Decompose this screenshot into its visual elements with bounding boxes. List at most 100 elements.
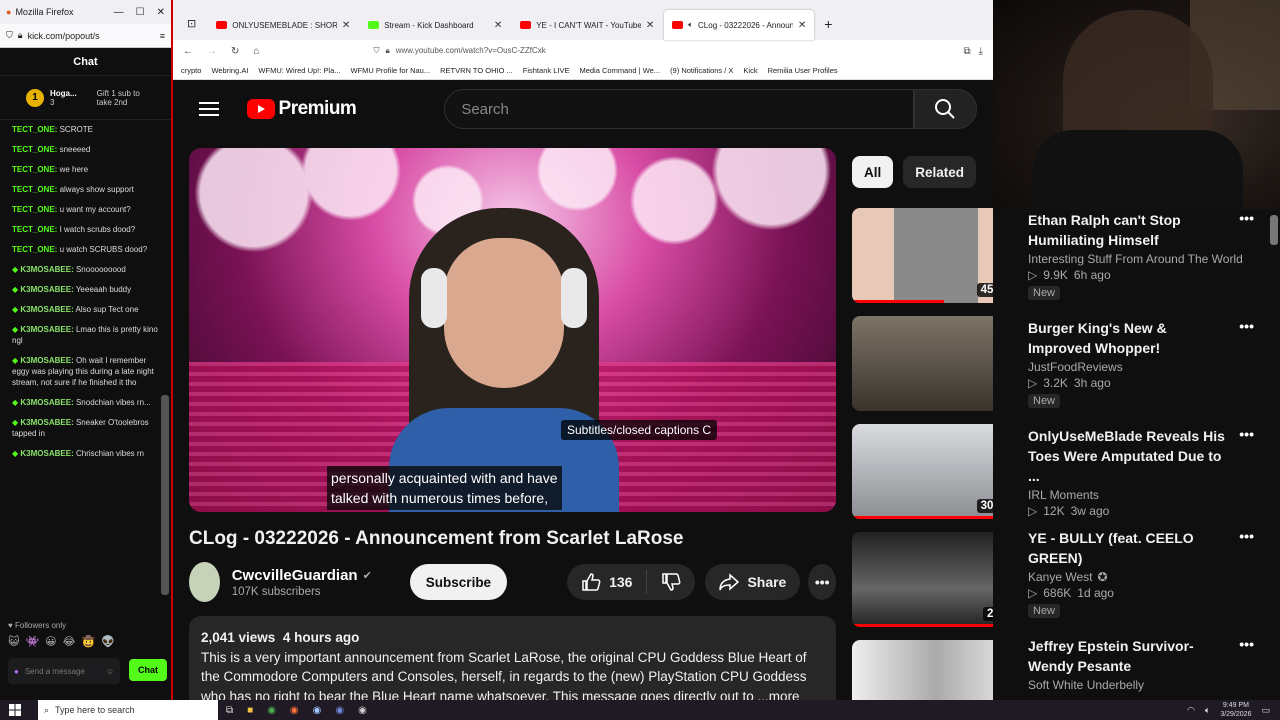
forward-icon[interactable]: → — [207, 46, 217, 57]
chat-username[interactable]: K3MOSABEE: — [20, 285, 73, 294]
home-icon[interactable]: ⌂ — [253, 46, 259, 57]
recommendation-thumbnail[interactable] — [852, 640, 993, 700]
chat-username[interactable]: TECT_ONE: — [12, 225, 57, 234]
bookmark-item[interactable]: Fishtank LIVE — [523, 66, 570, 75]
chip-related[interactable]: Related — [903, 156, 977, 188]
chat-username[interactable]: K3MOSABEE: — [20, 265, 73, 274]
emote-icon[interactable]: 👾 — [25, 635, 39, 648]
recommendation-title[interactable]: OnlyUseMeBlade Reveals His Toes Were Amp… — [1028, 426, 1228, 486]
tab-clog-active[interactable]: 🔈︎ CLog - 03222026 - Announ... ✕ — [664, 10, 815, 40]
bookmark-item[interactable]: Media Command | We... — [579, 66, 660, 75]
tab-kick-dashboard[interactable]: Stream - Kick Dashboard ✕ — [360, 10, 510, 40]
channel-name-row[interactable]: CwcvilleGuardian ✔ — [232, 567, 372, 584]
like-button[interactable]: 136 — [567, 570, 648, 594]
more-vert-icon[interactable]: ••• — [1239, 318, 1254, 334]
emote-icon[interactable]: 😂 — [63, 635, 76, 648]
recommendation-item[interactable]: Burger King's New & Improved Whopper! Ju… — [1028, 318, 1268, 409]
close-tab-icon[interactable]: ✕ — [646, 20, 654, 31]
close-tab-icon[interactable]: ✕ — [342, 20, 350, 31]
recommendation-channel[interactable]: Interesting Stuff From Around The World — [1028, 252, 1268, 266]
recommendation-title[interactable]: YE - BULLY (feat. CEELO GREEN) — [1028, 528, 1228, 568]
taskbar-clock[interactable]: 9:49 PM 3/29/2026 — [1220, 701, 1251, 719]
steam-icon[interactable]: ◉ — [313, 705, 322, 716]
recommendation-channel-name[interactable]: Kanye West — [1028, 570, 1092, 584]
video-player[interactable]: Subtitles/closed captions C personally a… — [189, 148, 836, 512]
bookmark-item[interactable]: crypto — [181, 66, 201, 75]
chat-scrollbar[interactable] — [161, 395, 169, 595]
chat-username[interactable]: TECT_ONE: — [12, 125, 57, 134]
share-button[interactable]: Share — [705, 564, 801, 600]
recommendation-thumbnail[interactable] — [852, 316, 993, 411]
volume-icon[interactable]: 🔈︎ — [1205, 705, 1210, 716]
youtube-search-input[interactable]: Search — [444, 89, 914, 129]
emote-icon[interactable]: 👽 — [101, 635, 115, 648]
reload-icon[interactable]: ↻ — [231, 46, 239, 57]
channel-name[interactable]: CwcvilleGuardian — [232, 567, 358, 584]
new-tab-icon[interactable]: + — [816, 16, 840, 40]
chat-username[interactable]: TECT_ONE: — [12, 245, 57, 254]
folder-icon[interactable]: ■ — [247, 705, 253, 716]
video-description[interactable]: 2,041 views 4 hours ago This is a very i… — [189, 616, 836, 700]
maximize-icon[interactable]: ☐ — [136, 7, 145, 18]
speaker-icon[interactable]: 🔈︎ — [688, 20, 693, 30]
extension-icon[interactable]: ⧉ — [963, 46, 970, 57]
recommendation-thumbnail[interactable]: 2:28 — [852, 532, 993, 627]
chat-username[interactable]: K3MOSABEE: — [20, 356, 73, 365]
recommendation-title[interactable]: Ethan Ralph can't Stop Humiliating Himse… — [1028, 210, 1228, 250]
tab-ye-i-cant-wait[interactable]: YE - I CAN'T WAIT - YouTube ✕ — [512, 10, 662, 40]
recommendation-channel[interactable]: JustFoodReviews — [1028, 360, 1268, 374]
chat-username[interactable]: K3MOSABEE: — [20, 325, 73, 334]
chat-username[interactable]: TECT_ONE: — [12, 185, 57, 194]
recommendation-thumbnail[interactable]: 45:29 — [852, 208, 993, 303]
send-chat-button[interactable]: Chat — [129, 659, 167, 681]
recommendation-channel[interactable]: Kanye West ✪ — [1028, 570, 1268, 584]
emote-row[interactable]: 😺 👾 😀 😂 🤠 👽 — [0, 633, 171, 650]
more-vert-icon[interactable]: ••• — [1239, 528, 1254, 544]
back-icon[interactable]: ← — [183, 46, 193, 57]
emote-icon[interactable]: 😀 — [45, 635, 56, 648]
recommendation-item[interactable]: YE - BULLY (feat. CEELO GREEN) Kanye Wes… — [1028, 528, 1268, 619]
firefox-icon[interactable]: ◉ — [290, 705, 299, 716]
more-vert-icon[interactable]: ••• — [1239, 210, 1254, 226]
popout-url-bar[interactable]: ⛉ 🔒︎ kick.com/popout/s ≡ — [0, 24, 171, 48]
taskbar-search[interactable]: ⌕ Type here to search — [38, 700, 218, 720]
bookmark-item[interactable]: RETVRN TO OHIO ... — [440, 66, 513, 75]
chat-input[interactable]: ● Send a message ☺ — [8, 658, 120, 684]
subscribe-button[interactable]: Subscribe — [409, 564, 508, 600]
tab-list-icon[interactable]: ⊡ — [177, 17, 206, 40]
chat-username[interactable]: K3MOSABEE: — [20, 305, 73, 314]
bookmark-item[interactable]: Remilia User Profiles — [768, 66, 838, 75]
more-vert-icon[interactable]: ••• — [1239, 636, 1254, 652]
recommendation-thumbnail[interactable]: 30:48 — [852, 424, 993, 519]
hamburger-menu-icon[interactable] — [189, 89, 229, 129]
chat-username[interactable]: TECT_ONE: — [12, 145, 57, 154]
chat-username[interactable]: TECT_ONE: — [12, 205, 57, 214]
recommendation-item[interactable]: Ethan Ralph can't Stop Humiliating Himse… — [1028, 210, 1268, 301]
bookmark-item[interactable]: (9) Notifications / X — [670, 66, 733, 75]
recommendation-title[interactable]: Burger King's New & Improved Whopper! — [1028, 318, 1228, 358]
emote-icon[interactable]: 😺 — [8, 635, 19, 648]
recommendation-title[interactable]: Jeffrey Epstein Survivor-Wendy Pesante — [1028, 636, 1228, 676]
emoji-icon[interactable]: ☺ — [106, 667, 114, 676]
chat-username[interactable]: K3MOSABEE: — [20, 449, 73, 458]
recommendation-item[interactable]: OnlyUseMeBlade Reveals His Toes Were Amp… — [1028, 426, 1268, 518]
task-view-icon[interactable]: ⧉ — [226, 705, 233, 716]
page-scrollbar[interactable] — [1270, 215, 1278, 245]
dislike-button[interactable] — [647, 572, 695, 592]
search-button[interactable] — [913, 89, 978, 129]
youtube-premium-logo[interactable]: Premium — [246, 98, 357, 120]
notification-icon[interactable]: ▭ — [1261, 705, 1270, 716]
recommendation-channel[interactable]: IRL Moments — [1028, 488, 1268, 502]
close-tab-icon[interactable]: ✕ — [798, 20, 806, 31]
obs-icon[interactable]: ◉ — [358, 705, 367, 716]
close-icon[interactable]: ✕ — [157, 7, 165, 18]
microphone-icon[interactable]: ● — [14, 667, 19, 676]
download-icon[interactable]: ⤓ — [979, 46, 983, 57]
minimize-icon[interactable]: — — [114, 7, 124, 18]
chat-username[interactable]: TECT_ONE: — [12, 165, 57, 174]
recommendation-item[interactable]: Jeffrey Epstein Survivor-Wendy Pesante S… — [1028, 636, 1268, 692]
close-tab-icon[interactable]: ✕ — [494, 20, 502, 31]
bookmark-item[interactable]: Webring.AI — [211, 66, 248, 75]
discord-icon[interactable]: ◉ — [335, 705, 344, 716]
more-actions-button[interactable]: ••• — [808, 564, 836, 600]
